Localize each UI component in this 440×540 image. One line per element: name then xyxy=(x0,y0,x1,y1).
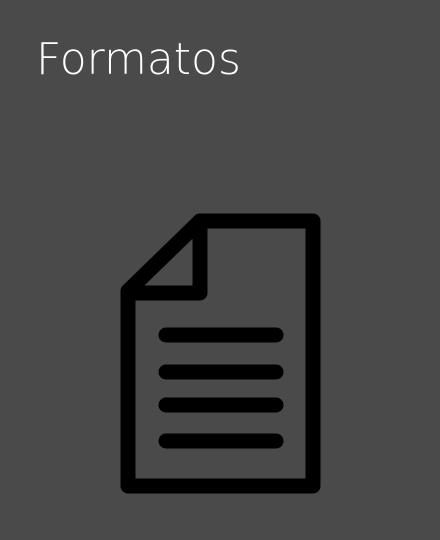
formatos-tile[interactable]: Formatos xyxy=(0,0,440,540)
document-icon xyxy=(120,213,321,494)
